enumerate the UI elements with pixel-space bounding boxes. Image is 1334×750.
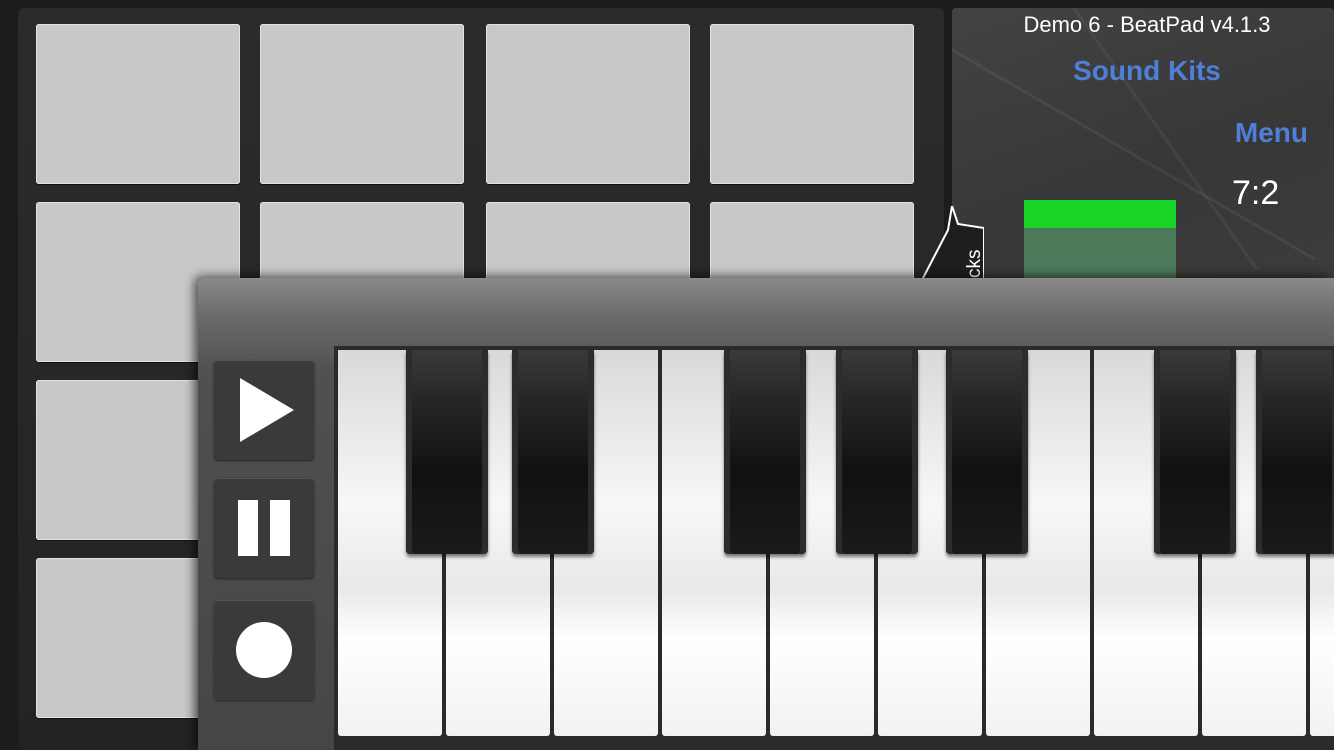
tracks-tab-label: cks	[964, 249, 985, 279]
sound-kits-button[interactable]: Sound Kits	[1002, 55, 1292, 87]
app-title: Demo 6 - BeatPad v4.1.3	[1023, 12, 1271, 37]
record-button[interactable]	[214, 600, 314, 700]
black-key[interactable]	[946, 350, 1028, 554]
black-key[interactable]	[406, 350, 488, 554]
tracks-tab[interactable]: cks	[922, 206, 985, 280]
black-key[interactable]	[836, 350, 918, 554]
play-icon	[240, 378, 294, 442]
level-meter-fill	[1024, 200, 1176, 228]
drum-pad[interactable]	[486, 24, 690, 184]
black-key[interactable]	[1154, 350, 1236, 554]
menu-button[interactable]: Menu	[1235, 117, 1308, 149]
drum-pad[interactable]	[36, 24, 240, 184]
record-icon	[236, 622, 292, 678]
black-key[interactable]	[512, 350, 594, 554]
piano-keyboard	[334, 346, 1334, 750]
play-button[interactable]	[214, 360, 314, 460]
black-key[interactable]	[1256, 350, 1334, 554]
black-key[interactable]	[724, 350, 806, 554]
pause-button[interactable]	[214, 478, 314, 578]
bar-beat-counter: 7:2	[1232, 174, 1280, 212]
drum-pad[interactable]	[260, 24, 464, 184]
drum-pad[interactable]	[710, 24, 914, 184]
